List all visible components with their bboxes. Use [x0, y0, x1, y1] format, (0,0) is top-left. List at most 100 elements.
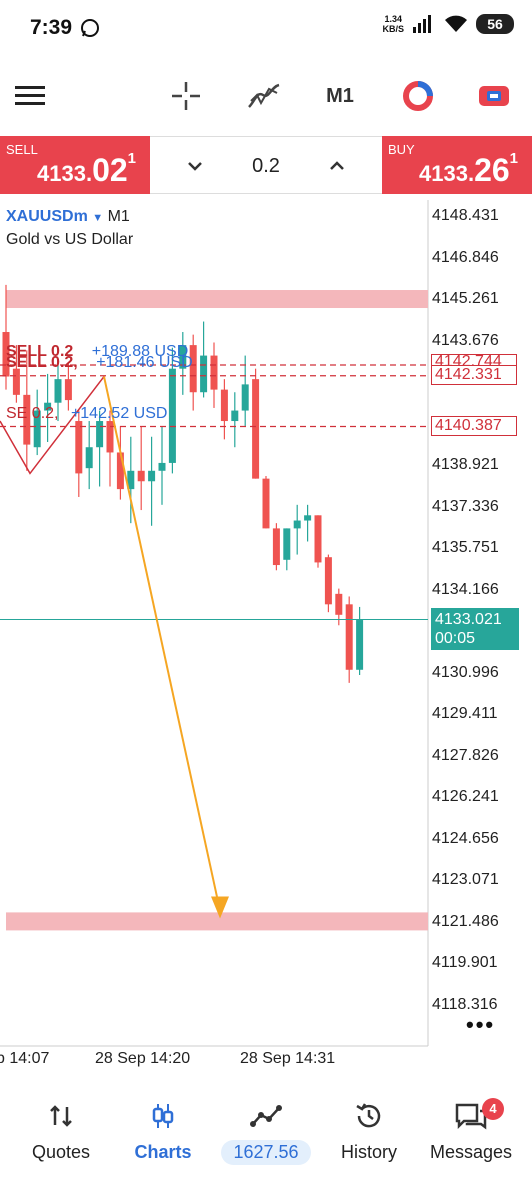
candle-body: [262, 478, 270, 529]
order-line-badge-low: 4140.387: [431, 416, 517, 436]
price-axis-label: 4145.261: [432, 290, 499, 307]
symbol-dropdown-icon[interactable]: ▼: [92, 212, 103, 224]
price-axis-label: 4126.241: [432, 788, 499, 805]
candle-body: [304, 515, 312, 521]
messages-badge: 4: [482, 1098, 504, 1120]
candle-body: [54, 379, 62, 403]
volume-control: 0.2: [150, 136, 382, 194]
candle-body: [356, 620, 364, 670]
candle-body: [272, 528, 280, 566]
buy-price: 4133.261: [419, 150, 518, 188]
candle-body: [314, 515, 322, 563]
bottom-navigation: Quotes Charts 1627.56 History 4 Messages: [0, 1088, 532, 1200]
price-axis-label: 4137.336: [432, 497, 499, 515]
candle-body: [85, 447, 93, 469]
order-line-badge-high: 4142.331: [431, 365, 517, 385]
charts-icon: [152, 1104, 174, 1128]
candle-body: [64, 379, 72, 401]
nav-trade[interactable]: 1627.56: [213, 1098, 319, 1178]
price-axis-label: 4143.676: [432, 331, 499, 349]
menu-icon: [15, 86, 45, 105]
signal-icon: [413, 15, 431, 33]
candle-body: [148, 470, 156, 482]
price-axis-label: 4119.901: [432, 954, 498, 971]
nav-history[interactable]: History: [316, 1098, 422, 1178]
current-price-badge: 4133.021 00:05: [431, 608, 519, 650]
nav-quotes[interactable]: Quotes: [8, 1098, 114, 1178]
price-axis-label: 4146.846: [432, 248, 499, 266]
price-axis-label: 4118.316: [432, 995, 498, 1013]
candle-body: [283, 528, 291, 560]
price-chart[interactable]: XAUUSDm ▼ M1 Gold vs US Dollar 4148.431 4…: [0, 200, 532, 1080]
status-time: 7:39: [30, 16, 73, 39]
price-axis-label: 4135.751: [432, 539, 499, 556]
quotes-icon: [50, 1105, 72, 1127]
candle-body: [12, 368, 20, 395]
nav-messages-label: Messages: [429, 1142, 513, 1162]
candle-body: [158, 462, 166, 471]
price-axis-label: 4148.431: [432, 207, 499, 224]
candle-body: [345, 604, 353, 670]
candle-body: [231, 410, 239, 422]
status-bar: 7:39 1.34 KB/S 56: [0, 0, 532, 58]
zone-rect-1: [6, 290, 428, 309]
candle-body: [106, 421, 114, 453]
price-axis-label: 4127.826: [432, 746, 499, 764]
status-indicators: 1.34 KB/S 56: [382, 14, 514, 34]
history-icon: [356, 1103, 381, 1128]
candle-body: [324, 557, 332, 605]
order-label-2[interactable]: SELL 0.2, +181.46 USD: [6, 354, 193, 372]
candle-body: [293, 520, 301, 529]
candle-body: [75, 421, 83, 474]
candle-body: [168, 368, 176, 463]
buy-button[interactable]: BUY 4133.261: [382, 136, 532, 194]
wifi-icon: [445, 15, 467, 32]
indicators-icon: [248, 83, 280, 108]
candle-body: [220, 389, 228, 422]
price-axis-label: 4121.486: [432, 912, 499, 930]
symbol-timeframe: M1: [107, 208, 130, 225]
battery-indicator: 56: [476, 14, 514, 34]
candle-body: [137, 470, 145, 482]
one-click-trading-panel: SELL 4133.021 0.2 BUY 4133.261: [0, 136, 532, 194]
chart-toolbar: M1: [0, 62, 532, 128]
symbol-name: XAUUSDm: [6, 208, 88, 225]
bar-countdown: 00:05: [435, 630, 476, 647]
time-label-2: 28 Sep 14:20: [95, 1050, 191, 1067]
candle-body: [116, 452, 124, 490]
sell-price: 4133.021: [37, 150, 136, 188]
account-balance: 1627.56: [221, 1140, 311, 1165]
more-options-icon[interactable]: •••: [466, 1012, 495, 1038]
candle-body: [210, 355, 218, 390]
trade-app-icon: [403, 81, 433, 111]
price-axis-label: 4123.071: [432, 871, 499, 888]
price-axis-label: 4124.656: [432, 829, 499, 847]
menu-button[interactable]: [12, 74, 48, 118]
crosshair-icon: [172, 82, 200, 110]
nav-charts[interactable]: Charts: [110, 1098, 216, 1178]
indicators-button[interactable]: [244, 74, 284, 118]
nav-quotes-label: Quotes: [31, 1142, 91, 1162]
price-axis-label: 4130.996: [432, 663, 499, 681]
current-price: 4133.021: [435, 611, 502, 628]
whatsapp-icon: [81, 19, 99, 37]
time-label-3: 28 Sep 14:31: [240, 1050, 336, 1067]
sell-label: SELL: [6, 142, 38, 157]
candle-body: [335, 593, 343, 615]
symbol-header[interactable]: XAUUSDm ▼ M1: [6, 208, 130, 226]
trade-app-button[interactable]: [398, 74, 438, 118]
nav-messages[interactable]: 4 Messages: [418, 1098, 524, 1178]
crosshair-button[interactable]: [166, 74, 206, 118]
volume-increase-button[interactable]: [322, 151, 352, 181]
price-axis-label: 4138.921: [432, 456, 499, 473]
trading-toggle-button[interactable]: [474, 74, 514, 118]
sell-button[interactable]: SELL 4133.021: [0, 136, 150, 194]
timeframe-button[interactable]: M1: [318, 74, 362, 118]
candle-body: [252, 379, 260, 479]
zone-rect-2: [6, 912, 428, 931]
network-speed: 1.34 KB/S: [382, 14, 404, 34]
order-label-3[interactable]: SE 0.2, +142.52 USD: [6, 405, 167, 423]
candle-body: [200, 355, 208, 393]
candle-body: [241, 384, 249, 411]
buy-label: BUY: [388, 142, 415, 157]
